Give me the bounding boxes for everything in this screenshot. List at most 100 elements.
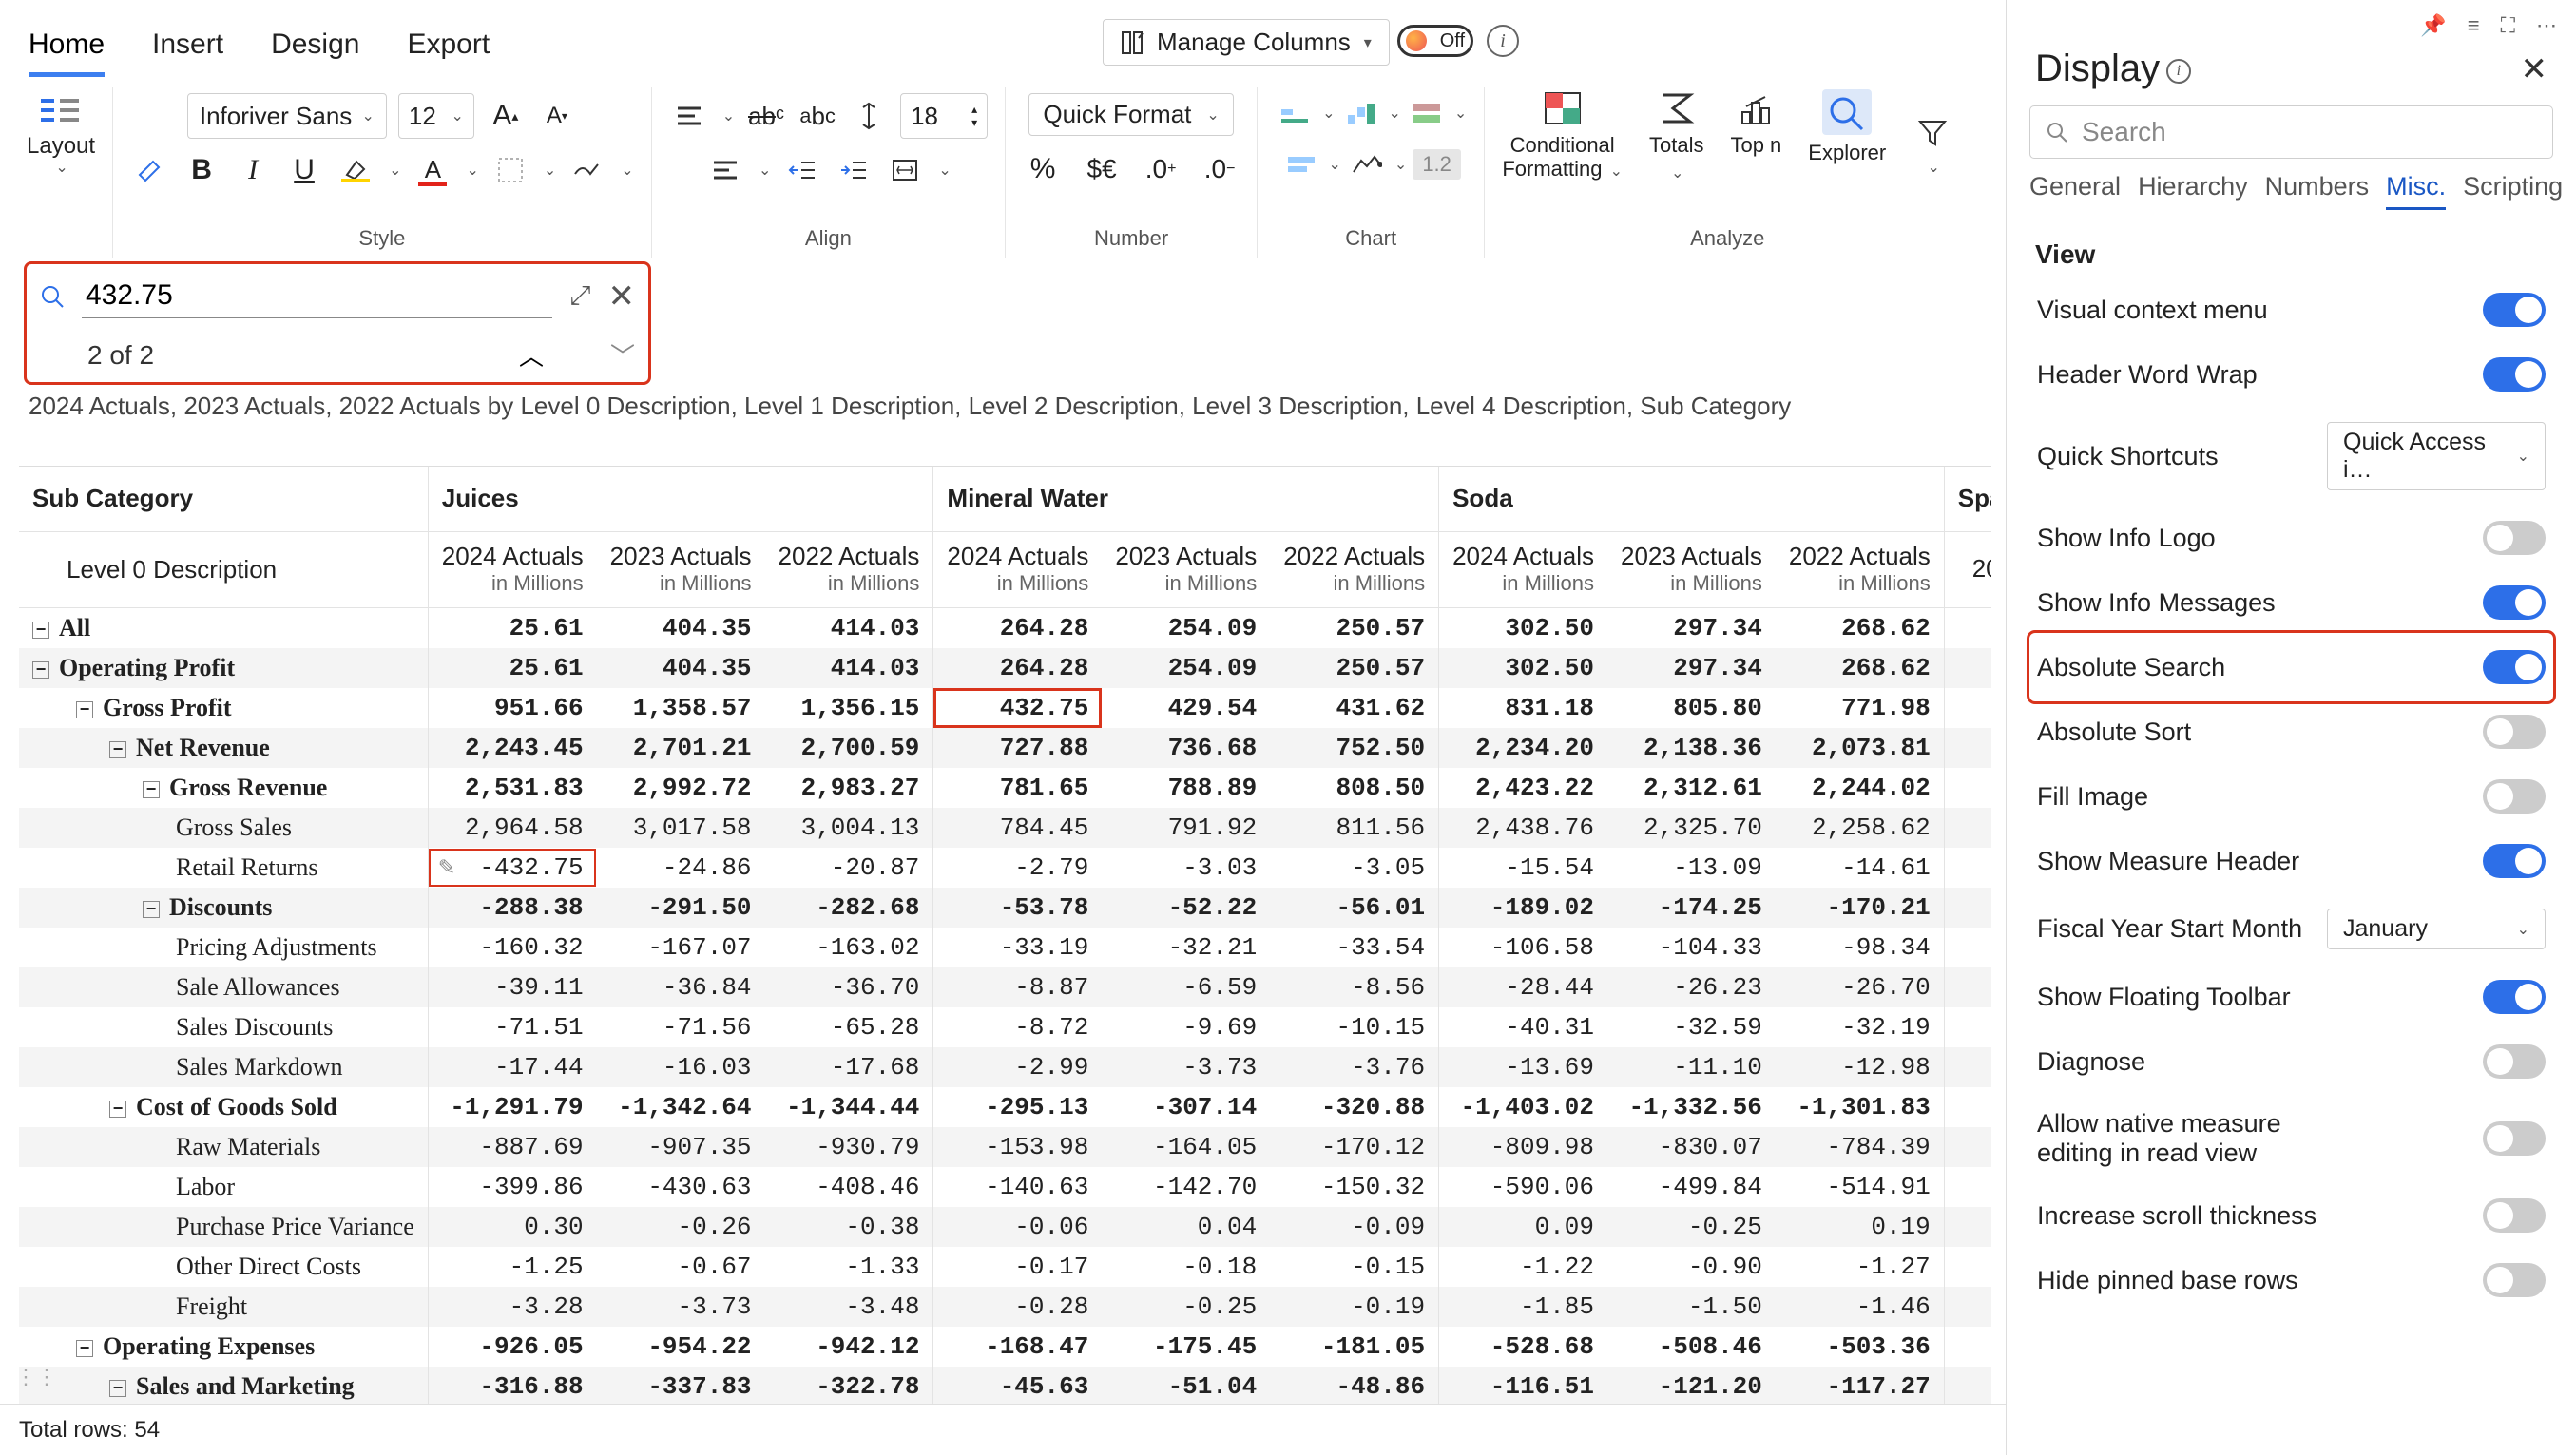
cell[interactable]: -33.54 xyxy=(1270,928,1438,967)
cell[interactable]: -10.15 xyxy=(1270,1007,1438,1047)
cell[interactable]: -168.47 xyxy=(933,1327,1102,1367)
panel-tab-numbers[interactable]: Numbers xyxy=(2265,172,2370,210)
cell[interactable]: -954.22 xyxy=(597,1327,765,1367)
tab-insert[interactable]: Insert xyxy=(152,19,223,77)
panel-tab-scripting[interactable]: Scripting xyxy=(2463,172,2563,210)
cell[interactable]: -32.59 xyxy=(1607,1007,1776,1047)
increase-font-button[interactable]: A▴ xyxy=(486,96,526,136)
prev-result-icon[interactable]: ︿ xyxy=(519,337,544,373)
toggle-switch[interactable] xyxy=(2483,357,2546,392)
table-row[interactable]: −All25.61404.35414.03264.28254.09250.573… xyxy=(19,607,1991,648)
cell[interactable]: -295.13 xyxy=(933,1087,1102,1127)
cell[interactable]: -3.05 xyxy=(1270,848,1438,888)
cell[interactable]: -17.44 xyxy=(428,1047,596,1087)
row-label[interactable]: −Gross Revenue xyxy=(19,768,428,808)
cell[interactable]: -0.15 xyxy=(1270,1247,1438,1287)
chevron-down-icon[interactable]: ⌄ xyxy=(938,161,951,180)
toggle-switch[interactable] xyxy=(2483,1198,2546,1233)
cell[interactable]: -0.25 xyxy=(1607,1207,1776,1247)
cell[interactable]: -503.36 xyxy=(1776,1327,1944,1367)
cell[interactable]: -2.79 xyxy=(933,848,1102,888)
cell[interactable]: -0.09 xyxy=(1270,1207,1438,1247)
measure-header[interactable]: 2022 Actualsin Millions xyxy=(1270,531,1438,607)
row-label[interactable]: Other Direct Costs xyxy=(19,1247,428,1287)
table-row[interactable]: Sales Markdown-17.44-16.03-17.68-2.99-3.… xyxy=(19,1047,1991,1087)
table-row[interactable]: −Discounts-288.38-291.50-282.68-53.78-52… xyxy=(19,888,1991,928)
cell[interactable]: 2,964.58 xyxy=(428,808,596,848)
panel-select[interactable]: January⌄ xyxy=(2327,909,2546,949)
layout-icon[interactable] xyxy=(39,93,83,129)
cell[interactable]: 404.35 xyxy=(597,648,765,688)
cell[interactable]: -170.21 xyxy=(1776,888,1944,928)
cell[interactable]: -1.50 xyxy=(1607,1287,1776,1327)
collapse-toggle[interactable]: − xyxy=(109,1101,126,1118)
bullet-chart-button[interactable] xyxy=(1407,93,1447,133)
cell[interactable]: -887.69 xyxy=(428,1127,596,1167)
font-name-select[interactable]: Inforiver Sans ⌄ xyxy=(187,93,387,139)
row-label[interactable]: −Gross Profit xyxy=(19,688,428,728)
font-color-button[interactable]: A xyxy=(413,150,452,190)
bar-chart-button[interactable] xyxy=(1275,93,1315,133)
cell[interactable]: -3.73 xyxy=(597,1287,765,1327)
cell[interactable]: 2,243.45 xyxy=(428,728,596,768)
measure-header[interactable]: 2023 Actualsin Millions xyxy=(1102,531,1270,607)
cell[interactable]: 431.62 xyxy=(1270,688,1438,728)
cell[interactable]: -20.87 xyxy=(765,848,933,888)
font-size-select[interactable]: 12 ⌄ xyxy=(398,93,474,139)
cell[interactable]: -189.02 xyxy=(1439,888,1607,928)
chevron-down-icon[interactable]: ⌄ xyxy=(1928,158,1940,177)
sub-category-header[interactable]: Sub Category xyxy=(19,467,428,531)
cell[interactable]: 25.61 xyxy=(428,648,596,688)
currency-button[interactable]: $€ xyxy=(1082,149,1122,189)
cell[interactable]: -150.32 xyxy=(1270,1167,1438,1207)
cell[interactable]: 771.98 xyxy=(1776,688,1944,728)
drag-handle-icon[interactable]: ⋮⋮ xyxy=(15,1365,57,1389)
cell[interactable]: -51.04 xyxy=(1102,1367,1270,1407)
cell[interactable]: 788.89 xyxy=(1102,768,1270,808)
cell[interactable]: -16.03 xyxy=(597,1047,765,1087)
chevron-down-icon[interactable]: ⌄ xyxy=(389,161,401,180)
filter-small-icon[interactable]: ≡ xyxy=(2468,13,2480,38)
cell[interactable]: -121.20 xyxy=(1607,1367,1776,1407)
cell[interactable]: 250.57 xyxy=(1270,607,1438,648)
cell[interactable]: -3.28 xyxy=(428,1287,596,1327)
table-row[interactable]: −Operating Profit25.61404.35414.03264.28… xyxy=(19,648,1991,688)
cell[interactable]: 805.80 xyxy=(1607,688,1776,728)
cell[interactable]: -36.84 xyxy=(597,967,765,1007)
row-label[interactable]: Labor xyxy=(19,1167,428,1207)
cell[interactable]: 0.04 xyxy=(1102,1207,1270,1247)
panel-search-input[interactable]: Search xyxy=(2029,105,2553,159)
cell[interactable]: -528.68 xyxy=(1439,1327,1607,1367)
power-toggle[interactable]: Off xyxy=(1397,25,1473,57)
tab-design[interactable]: Design xyxy=(271,19,359,77)
cell[interactable]: 3,017.58 xyxy=(597,808,765,848)
collapse-toggle[interactable]: − xyxy=(109,741,126,758)
cell[interactable]: 268.62 xyxy=(1776,648,1944,688)
table-row[interactable]: Purchase Price Variance0.30-0.26-0.38-0.… xyxy=(19,1207,1991,1247)
cell[interactable]: 2,312.61 xyxy=(1607,768,1776,808)
cell[interactable]: -830.07 xyxy=(1607,1127,1776,1167)
cell[interactable]: -930.79 xyxy=(765,1127,933,1167)
cell[interactable]: 2,073.81 xyxy=(1776,728,1944,768)
cell[interactable]: ✎-432.75 xyxy=(428,848,596,888)
cell[interactable]: -288.38 xyxy=(428,888,596,928)
cell[interactable]: -26.70 xyxy=(1776,967,1944,1007)
cell[interactable]: -0.17 xyxy=(933,1247,1102,1287)
cell[interactable]: -0.19 xyxy=(1270,1287,1438,1327)
cell[interactable]: -508.46 xyxy=(1607,1327,1776,1367)
cell[interactable]: -3.76 xyxy=(1270,1047,1438,1087)
toggle-switch[interactable] xyxy=(2483,521,2546,555)
cell[interactable]: 2,701.21 xyxy=(597,728,765,768)
increase-indent-button[interactable] xyxy=(834,150,874,190)
panel-select[interactable]: Quick Access i…⌄ xyxy=(2327,422,2546,490)
cell[interactable]: -164.05 xyxy=(1102,1127,1270,1167)
tab-export[interactable]: Export xyxy=(407,19,490,77)
cell[interactable]: -153.98 xyxy=(933,1127,1102,1167)
row-label[interactable]: −Net Revenue xyxy=(19,728,428,768)
cell[interactable]: 268.62 xyxy=(1776,607,1944,648)
borders-button[interactable] xyxy=(490,150,530,190)
cell[interactable]: -174.25 xyxy=(1607,888,1776,928)
increase-decimal-button[interactable]: .0+ xyxy=(1141,149,1181,189)
cell[interactable]: -14.61 xyxy=(1776,848,1944,888)
row-label[interactable]: Sales Discounts xyxy=(19,1007,428,1047)
